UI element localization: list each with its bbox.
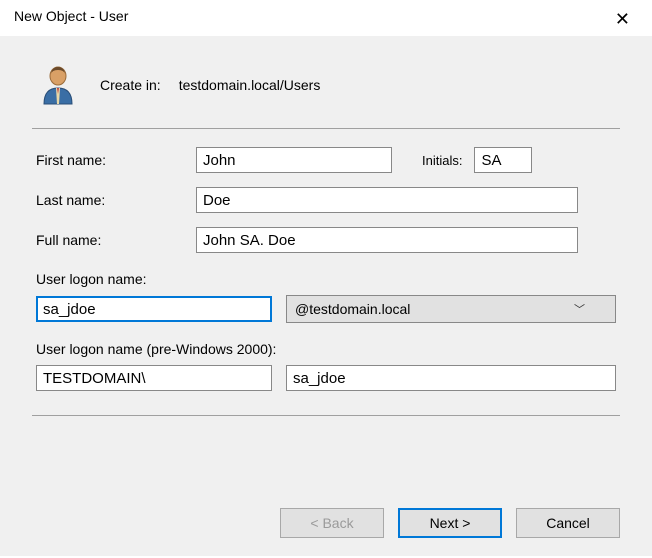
user-icon (38, 64, 78, 106)
logon-name-label: User logon name: (36, 271, 616, 287)
domain-suffix-select[interactable]: @testdomain.local ﹀ (286, 295, 616, 323)
titlebar: New Object - User ✕ (0, 0, 652, 36)
chevron-down-icon: ﹀ (574, 301, 585, 317)
pre2k-user-input[interactable] (286, 365, 616, 391)
cancel-button[interactable]: Cancel (516, 508, 620, 538)
row-full-name: Full name: (36, 227, 616, 253)
next-button[interactable]: Next > (398, 508, 502, 538)
window-title: New Object - User (14, 8, 128, 24)
divider (32, 128, 620, 129)
back-button: < Back (280, 508, 384, 538)
create-in: Create in: testdomain.local/Users (100, 77, 320, 93)
last-name-label: Last name: (36, 192, 196, 208)
first-name-input[interactable] (196, 147, 392, 173)
form-area: First name: Initials: Last name: Full na… (32, 147, 620, 391)
initials-group: Initials: (422, 147, 532, 173)
row-first-name: First name: Initials: (36, 147, 616, 173)
divider-bottom (32, 415, 620, 416)
pre2k-row (36, 365, 616, 391)
initials-input[interactable] (474, 147, 532, 173)
button-row: < Back Next > Cancel (280, 508, 620, 538)
full-name-label: Full name: (36, 232, 196, 248)
logon-name-input[interactable] (36, 296, 272, 322)
domain-suffix-value: @testdomain.local (295, 301, 410, 317)
dialog-content: Create in: testdomain.local/Users First … (0, 36, 652, 556)
last-name-input[interactable] (196, 187, 578, 213)
row-last-name: Last name: (36, 187, 616, 213)
first-name-label: First name: (36, 152, 196, 168)
close-icon[interactable]: ✕ (607, 8, 638, 30)
logon-row: @testdomain.local ﹀ (36, 295, 616, 323)
pre2k-label: User logon name (pre-Windows 2000): (36, 341, 616, 357)
full-name-input[interactable] (196, 227, 578, 253)
header-row: Create in: testdomain.local/Users (32, 56, 620, 128)
create-in-path: testdomain.local/Users (179, 77, 321, 93)
pre2k-domain-input[interactable] (36, 365, 272, 391)
initials-label: Initials: (422, 153, 462, 168)
create-in-label: Create in: (100, 77, 161, 93)
